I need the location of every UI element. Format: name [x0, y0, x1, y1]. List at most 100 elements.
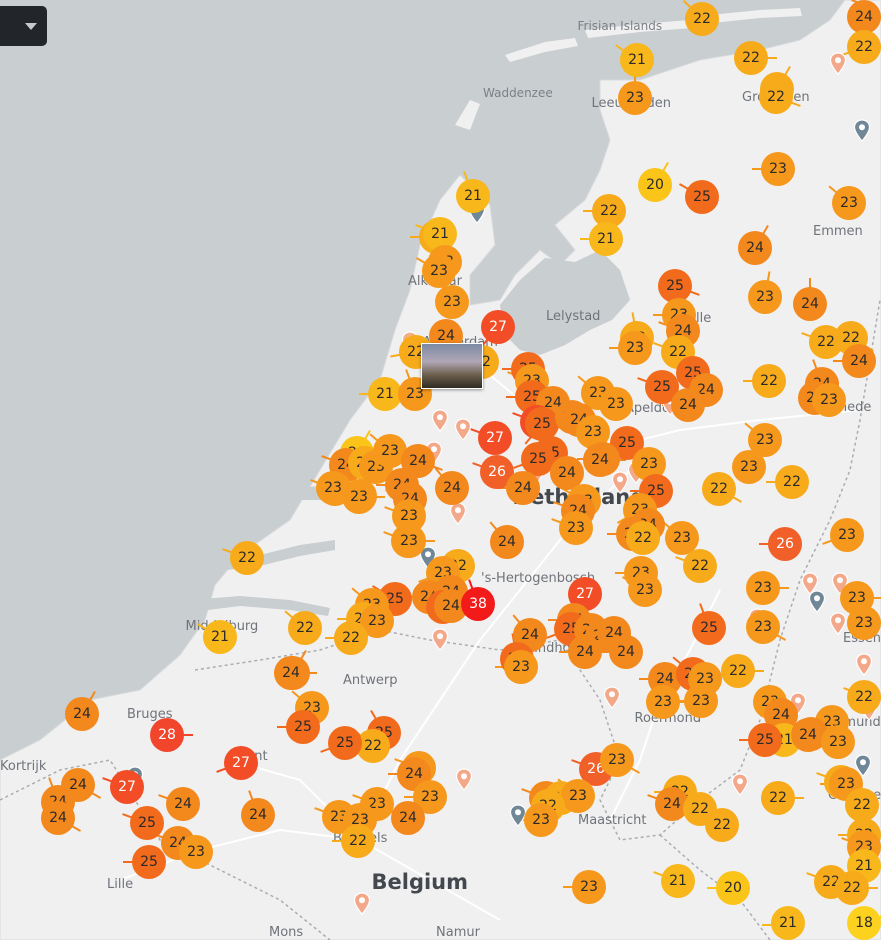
temperature-marker[interactable]: 22 [685, 2, 719, 36]
temperature-marker[interactable]: 25 [685, 180, 719, 214]
temperature-marker[interactable]: 20 [638, 168, 672, 202]
temperature-marker[interactable]: 24 [791, 718, 825, 752]
temperature-marker[interactable]: 22 [683, 549, 717, 583]
temperature-marker[interactable]: 23 [422, 254, 456, 288]
temperature-marker[interactable]: 25 [132, 845, 166, 879]
temperature-marker[interactable]: 23 [559, 511, 593, 545]
temperature-marker[interactable]: 24 [41, 801, 75, 835]
temperature-marker[interactable]: 24 [583, 443, 617, 477]
webcam-pin-icon[interactable] [808, 590, 826, 614]
temperature-marker[interactable]: 23 [618, 331, 652, 365]
temperature-marker[interactable]: 23 [684, 684, 718, 718]
temperature-marker[interactable]: 23 [504, 650, 538, 684]
temperature-marker[interactable]: 22 [759, 80, 793, 114]
temperature-marker[interactable]: 21 [661, 864, 695, 898]
webcam-pin-icon[interactable] [454, 418, 472, 442]
temperature-marker[interactable]: 25 [130, 806, 164, 840]
temperature-marker[interactable]: 23 [599, 387, 633, 421]
webcam-pin-icon[interactable] [431, 628, 449, 652]
temperature-marker[interactable]: 28 [150, 718, 184, 752]
weather-map[interactable]: Frisian IslandsWaddenzeeLeeuwardenGronin… [0, 0, 881, 940]
temperature-marker[interactable]: 23 [600, 743, 634, 777]
temperature-marker[interactable]: 22 [835, 871, 869, 905]
temperature-marker[interactable]: 18 [847, 906, 881, 940]
temperature-marker[interactable]: 23 [746, 571, 780, 605]
temperature-marker[interactable]: 22 [752, 364, 786, 398]
temperature-marker[interactable]: 27 [478, 421, 512, 455]
temperature-marker[interactable]: 26 [768, 527, 802, 561]
temperature-marker[interactable]: 23 [524, 803, 558, 837]
webcam-pin-icon[interactable] [853, 119, 871, 143]
temperature-marker[interactable]: 24 [568, 635, 602, 669]
temperature-marker[interactable]: 24 [738, 231, 772, 265]
temperature-marker[interactable]: 21 [589, 222, 623, 256]
temperature-marker[interactable]: 23 [392, 524, 426, 558]
webcam-pin-icon[interactable] [455, 768, 473, 792]
temperature-marker[interactable]: 25 [692, 611, 726, 645]
temperature-marker[interactable]: 20 [716, 871, 750, 905]
webcam-pin-icon[interactable] [431, 409, 449, 433]
temperature-marker[interactable]: 22 [341, 824, 375, 858]
temperature-marker[interactable]: 25 [328, 726, 362, 760]
temperature-marker[interactable]: 24 [65, 697, 99, 731]
temperature-marker[interactable]: 24 [274, 656, 308, 690]
temperature-marker[interactable]: 25 [286, 710, 320, 744]
webcam-pin-icon[interactable] [855, 653, 873, 677]
temperature-marker[interactable]: 21 [456, 179, 490, 213]
temperature-marker[interactable]: 23 [748, 280, 782, 314]
temperature-marker[interactable]: 22 [288, 611, 322, 645]
webcam-pin-icon[interactable] [449, 502, 467, 526]
temperature-marker[interactable]: 23 [342, 480, 376, 514]
webcam-pin-icon[interactable] [829, 612, 847, 636]
temperature-marker[interactable]: 23 [761, 152, 795, 186]
temperature-marker[interactable]: 27 [224, 746, 258, 780]
temperature-marker[interactable]: 23 [561, 779, 595, 813]
temperature-marker[interactable]: 23 [732, 450, 766, 484]
temperature-marker[interactable]: 21 [771, 906, 805, 940]
temperature-marker[interactable]: 22 [734, 41, 768, 75]
layer-dropdown[interactable] [0, 6, 47, 46]
temperature-marker[interactable]: 22 [847, 30, 881, 64]
temperature-marker[interactable]: 24 [671, 388, 705, 422]
temperature-marker[interactable]: 23 [832, 186, 866, 220]
temperature-marker[interactable]: 24 [490, 525, 524, 559]
temperature-marker[interactable]: 22 [230, 541, 264, 575]
temperature-marker[interactable]: 23 [847, 606, 881, 640]
temperature-marker[interactable]: 21 [620, 43, 654, 77]
temperature-marker[interactable]: 25 [748, 723, 782, 757]
temperature-marker[interactable]: 24 [842, 344, 876, 378]
temperature-marker[interactable]: 27 [481, 310, 515, 344]
temperature-marker[interactable]: 24 [793, 287, 827, 321]
temperature-marker[interactable]: 23 [830, 518, 864, 552]
temperature-marker[interactable]: 23 [628, 573, 662, 607]
temperature-marker[interactable]: 24 [506, 471, 540, 505]
temperature-marker[interactable]: 22 [775, 465, 809, 499]
webcam-pin-icon[interactable] [731, 773, 749, 797]
temperature-marker[interactable]: 22 [761, 781, 795, 815]
webcam-thumbnail[interactable] [421, 343, 483, 389]
temperature-marker[interactable]: 24 [391, 801, 425, 835]
temperature-marker[interactable]: 23 [572, 870, 606, 904]
temperature-marker[interactable]: 23 [646, 685, 680, 719]
webcam-pin-icon[interactable] [829, 52, 847, 76]
temperature-marker[interactable]: 24 [435, 471, 469, 505]
webcam-pin-icon[interactable] [603, 686, 621, 710]
temperature-marker[interactable]: 24 [847, 0, 881, 34]
temperature-marker[interactable]: 38 [461, 587, 495, 621]
temperature-marker[interactable]: 22 [847, 680, 881, 714]
temperature-marker[interactable]: 23 [746, 610, 780, 644]
temperature-marker[interactable]: 22 [334, 621, 368, 655]
temperature-marker[interactable]: 22 [845, 788, 879, 822]
temperature-marker[interactable]: 22 [702, 472, 736, 506]
temperature-marker[interactable]: 24 [609, 635, 643, 669]
temperature-marker[interactable]: 22 [721, 654, 755, 688]
temperature-marker[interactable]: 21 [203, 620, 237, 654]
temperature-marker[interactable]: 23 [812, 383, 846, 417]
temperature-marker[interactable]: 24 [166, 787, 200, 821]
temperature-marker[interactable]: 21 [368, 377, 402, 411]
temperature-marker[interactable]: 24 [241, 798, 275, 832]
temperature-marker[interactable]: 23 [435, 285, 469, 319]
temperature-marker[interactable]: 23 [618, 81, 652, 115]
temperature-marker[interactable]: 23 [821, 725, 855, 759]
temperature-marker[interactable]: 22 [626, 521, 660, 555]
